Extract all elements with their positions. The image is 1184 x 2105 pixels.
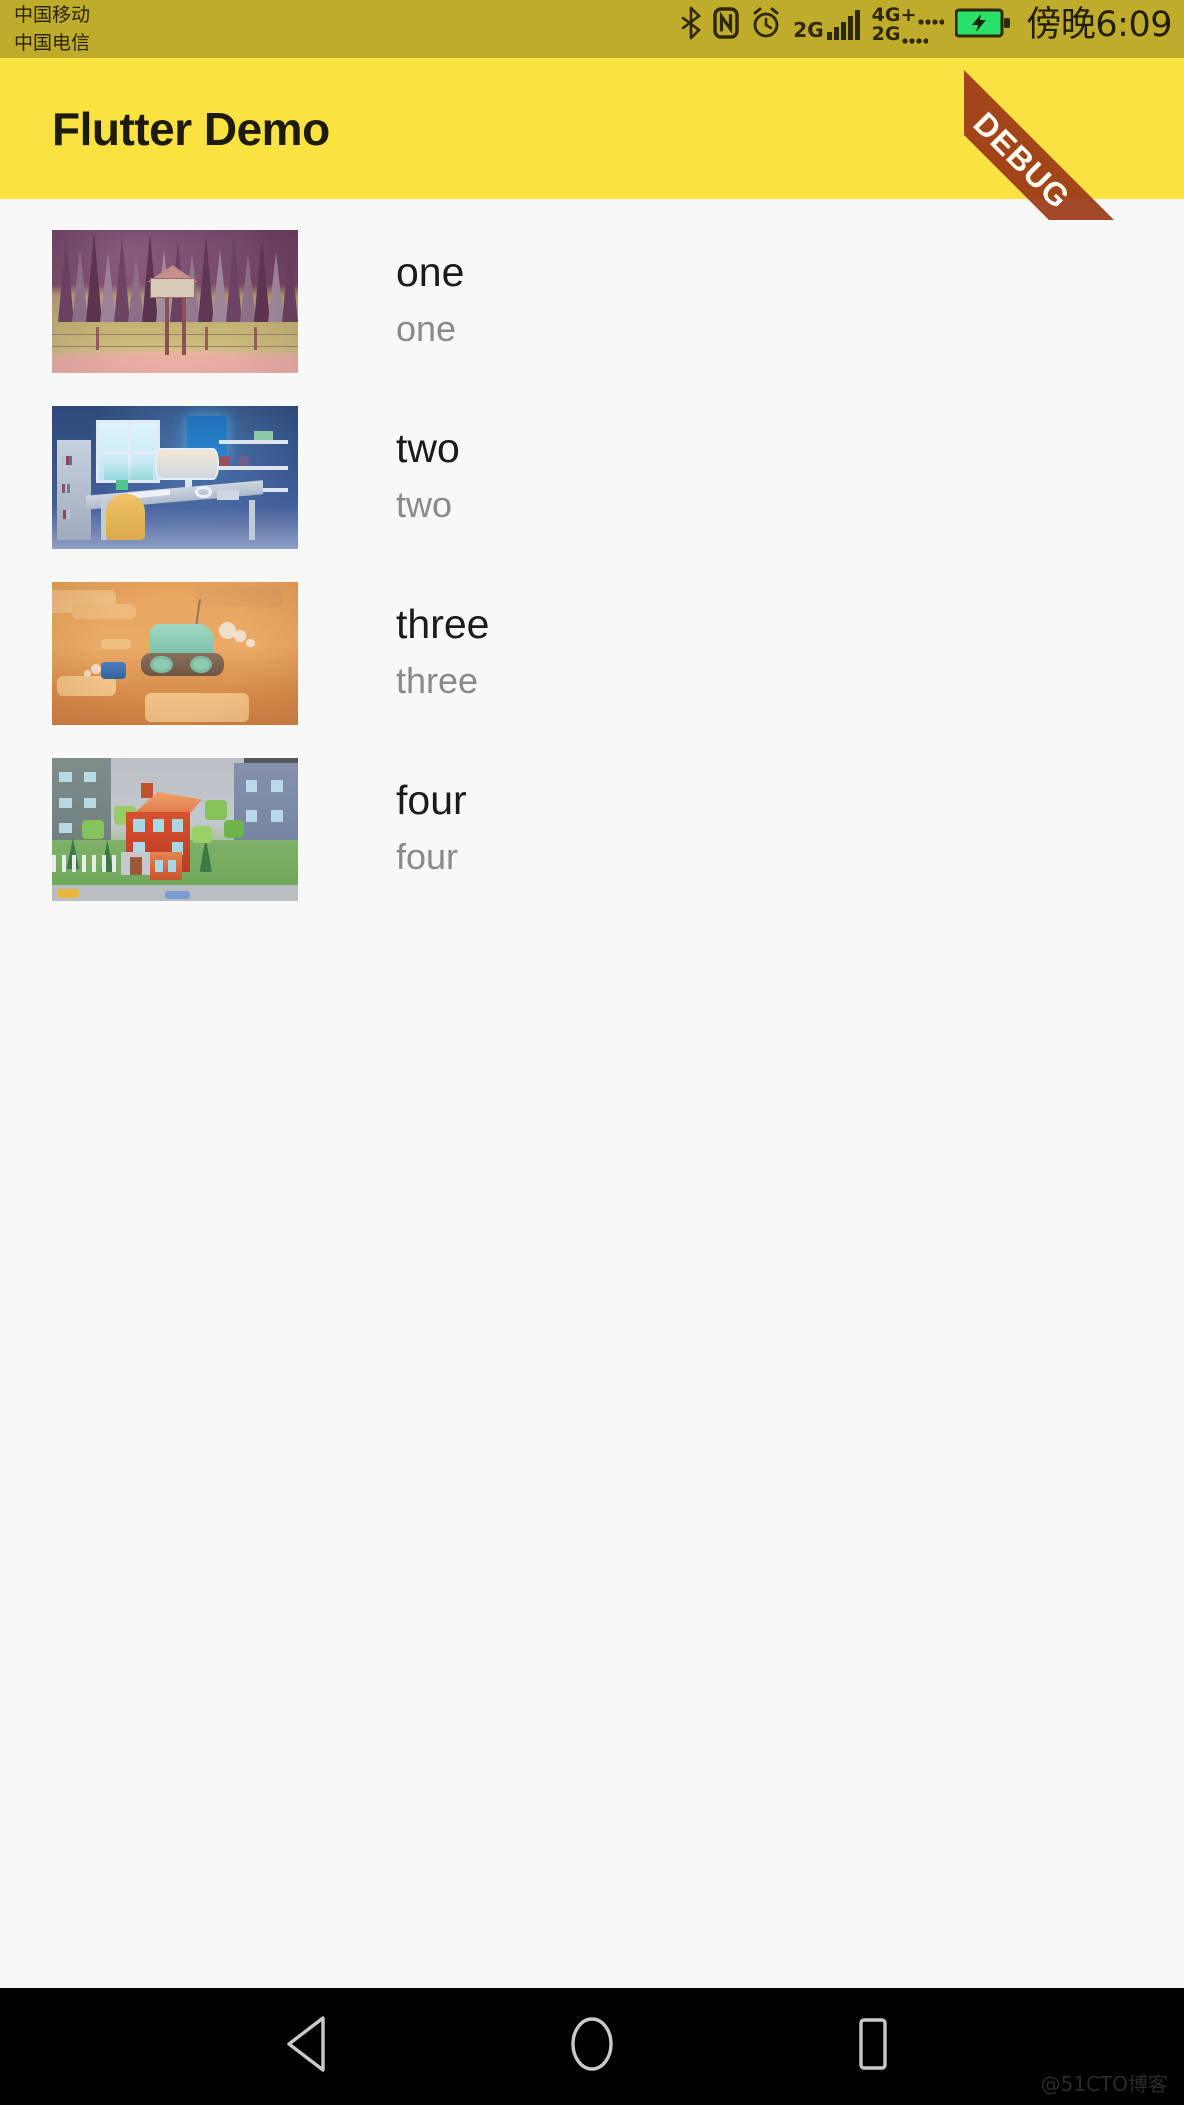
network-type-label-sim2-bottom: 2G <box>871 23 901 45</box>
list-item-subtitle: two <box>396 484 453 525</box>
app-bar: Flutter Demo <box>0 58 1184 199</box>
list-item-title: three <box>396 601 490 647</box>
triangle-left-icon <box>283 2014 339 2079</box>
square-icon <box>845 2014 901 2079</box>
nfc-icon <box>713 6 739 44</box>
phone-screen: 中国移动 中国电信 2G 4G+ 2G 傍晚6:09 DEBUG Flutter… <box>0 0 1184 2105</box>
status-clock: 傍晚6:09 <box>1026 5 1172 45</box>
list-item-subtitle: three <box>396 660 479 701</box>
list-item-title: one <box>396 249 465 295</box>
list-item-text-block: one one <box>396 247 464 355</box>
alarm-icon <box>750 7 782 44</box>
back-button[interactable] <box>266 2002 356 2092</box>
list-item[interactable]: three three <box>0 565 1184 741</box>
desert-rover-illustration <box>52 581 298 725</box>
battery-charging-icon <box>954 8 1011 43</box>
android-navigation-bar <box>0 1988 1184 2105</box>
list-item-title: four <box>396 777 467 823</box>
suburban-house-illustration <box>52 757 298 901</box>
list-item-text-block: two two <box>396 423 460 531</box>
list-item[interactable]: four four <box>0 741 1184 917</box>
recents-button[interactable] <box>828 2002 918 2092</box>
status-icon-tray: 2G 4G+ 2G 傍晚6:09 <box>680 0 1184 50</box>
carrier-secondary-label: 中国电信 <box>14 32 91 54</box>
list-item-text-block: three three <box>396 599 489 707</box>
water-tower-forest-illustration <box>52 229 298 373</box>
signal-2g-icon: 2G <box>793 10 860 40</box>
list-item-text-block: four four <box>396 775 467 883</box>
carrier-primary-label: 中国移动 <box>14 4 91 26</box>
isometric-desk-room-illustration <box>52 405 298 549</box>
page-title: Flutter Demo <box>52 102 330 155</box>
list-item-title: two <box>396 425 460 471</box>
network-type-label-sim1: 2G <box>793 18 824 42</box>
list-item-subtitle: four <box>396 836 459 877</box>
list-item[interactable]: one one <box>0 213 1184 389</box>
home-button[interactable] <box>547 2002 637 2092</box>
watermark: @51CTO博客 <box>1040 2072 1168 2096</box>
circle-icon <box>564 2014 620 2079</box>
status-bar: 中国移动 中国电信 2G 4G+ 2G 傍晚6:09 <box>0 0 1184 58</box>
list-item[interactable]: two two <box>0 389 1184 565</box>
bluetooth-icon <box>680 6 702 45</box>
list-view[interactable]: one one two two three three four four <box>0 199 1184 1988</box>
list-item-subtitle: one <box>396 308 457 349</box>
signal-4g-plus-icon: 4G+ 2G <box>872 6 945 44</box>
carrier-labels: 中国移动 中国电信 <box>0 0 90 57</box>
